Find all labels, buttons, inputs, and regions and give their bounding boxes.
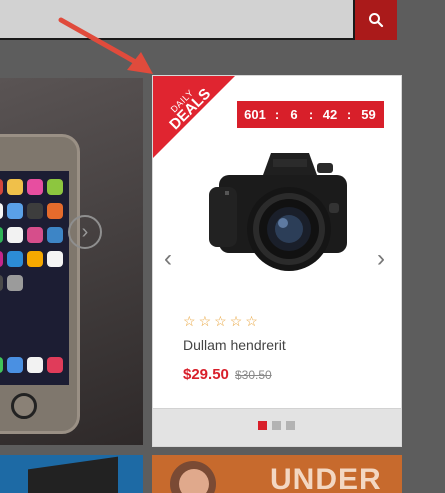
- search-input[interactable]: [0, 0, 355, 40]
- star-outline-icon: ☆: [214, 313, 227, 329]
- daily-deal-card[interactable]: DAILY DEALS 601 : 6 : 42 : 59 ‹ › ☆ ☆ ☆ …: [152, 75, 402, 447]
- chevron-left-icon: ‹: [164, 245, 172, 272]
- star-outline-icon: ☆: [245, 313, 258, 329]
- timer-days: 601: [244, 107, 266, 122]
- promo-tile-under[interactable]: UNDER: [152, 455, 402, 493]
- hero-banner[interactable]: ›: [0, 78, 143, 445]
- annotation-arrow: [58, 17, 153, 74]
- timer-hours: 6: [290, 107, 298, 122]
- chevron-right-icon: ›: [81, 220, 89, 243]
- product-old-price: $30.50: [235, 368, 272, 382]
- product-image[interactable]: [201, 143, 353, 283]
- pagination-dot-3[interactable]: [286, 421, 295, 430]
- product-price: $29.50: [183, 366, 229, 383]
- pagination-dot-2[interactable]: [272, 421, 281, 430]
- carousel-next-button[interactable]: ›: [377, 247, 393, 271]
- pagination-dot-1[interactable]: [258, 421, 267, 430]
- search-icon: [369, 13, 384, 28]
- countdown-timer: 601 : 6 : 42 : 59: [237, 101, 384, 128]
- promo-tile-device[interactable]: [0, 455, 143, 493]
- search-button[interactable]: [355, 0, 397, 40]
- star-outline-icon: ☆: [183, 313, 196, 329]
- chevron-right-icon: ›: [377, 245, 385, 272]
- header-right-area: [397, 0, 445, 47]
- product-name-link[interactable]: Dullam hendrerit: [183, 337, 286, 353]
- phone-image: [0, 134, 80, 434]
- star-outline-icon: ☆: [198, 313, 212, 329]
- carousel-pagination: [258, 421, 295, 430]
- banner-next-button[interactable]: ›: [68, 215, 102, 249]
- carousel-prev-button[interactable]: ‹: [164, 247, 180, 271]
- timer-minutes: 42: [322, 107, 338, 122]
- promo-headline: UNDER: [270, 463, 382, 493]
- timer-seconds: 59: [361, 107, 376, 122]
- star-outline-icon: ☆: [229, 313, 243, 329]
- rating-stars: ☆ ☆ ☆ ☆ ☆: [183, 313, 258, 330]
